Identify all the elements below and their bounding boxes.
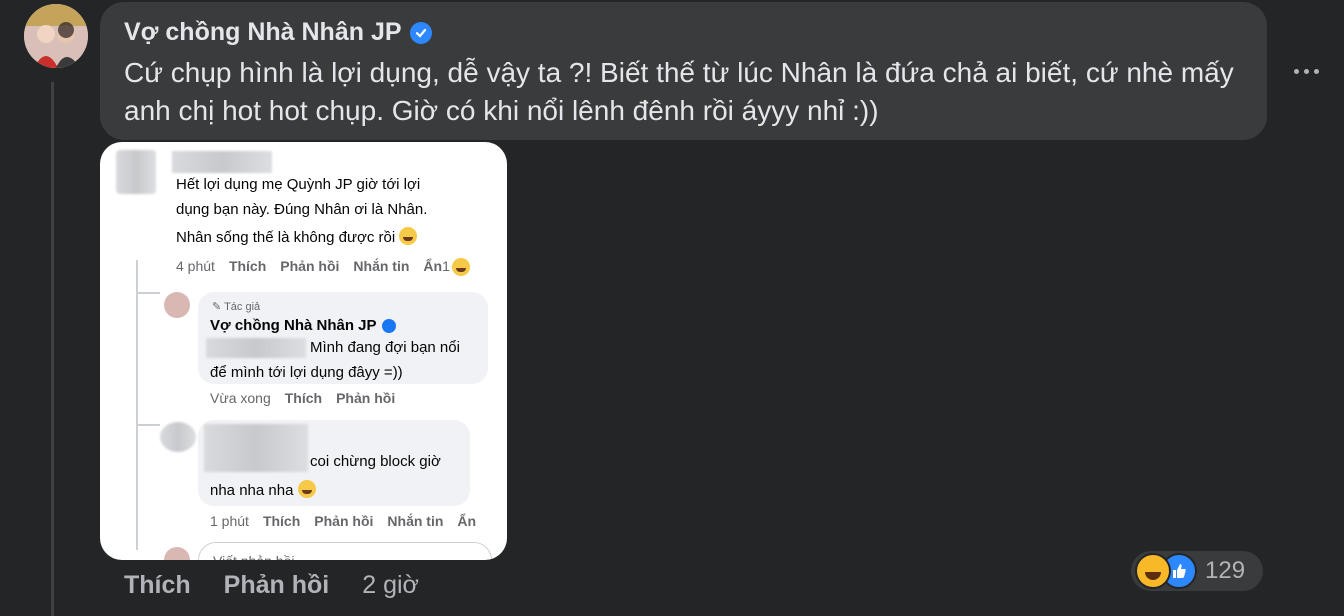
- avatar: [164, 547, 190, 560]
- timestamp[interactable]: 2 giờ: [362, 571, 419, 600]
- reply-text: coi chừng block giờ nha nha nha: [210, 453, 441, 499]
- like-button[interactable]: Thích: [124, 571, 191, 600]
- reaction-count: 129: [1205, 557, 1246, 584]
- attached-screenshot[interactable]: Hết lợi dụng mẹ Quỳnh JP giờ tới lợi dụn…: [100, 142, 507, 560]
- avatar[interactable]: [24, 4, 88, 68]
- verified-badge-icon: [381, 318, 396, 333]
- reply-button[interactable]: Phản hồi: [224, 571, 330, 600]
- screenshot-comment-actions: 4 phút Thích Phản hồi Nhắn tin Ẩn 1: [176, 258, 484, 276]
- haha-icon: [1135, 553, 1171, 589]
- reply-actions: 1 phút Thích Phản hồi Nhắn tin Ẩn: [210, 513, 477, 529]
- comment-author[interactable]: Vợ chồng Nhà Nhân JP: [124, 18, 432, 47]
- dot-icon: [1303, 68, 1309, 74]
- pen-icon: ✎: [212, 301, 222, 313]
- screenshot-comment-text: Hết lợi dụng mẹ Quỳnh JP giờ tới lợi dụn…: [176, 176, 428, 246]
- thread-branch: [136, 424, 160, 426]
- comment-text: Cứ chụp hình là lợi dụng, dễ vậy ta ?! B…: [124, 57, 1234, 126]
- thread-branch: [136, 292, 160, 294]
- reactions-summary[interactable]: 129: [1131, 551, 1263, 591]
- dot-icon: [1313, 68, 1319, 74]
- comment-bubble: Vợ chồng Nhà Nhân JP Cứ chụp hình là lợi…: [100, 2, 1267, 140]
- verified-badge-icon: [409, 21, 432, 44]
- comment-actions: Thích Phản hồi 2 giờ: [124, 571, 419, 600]
- author-name[interactable]: Vợ chồng Nhà Nhân JP: [124, 18, 402, 47]
- blurred-avatar: [160, 422, 196, 452]
- blurred-avatar: [116, 150, 156, 194]
- reply-composer: Viết phản hồi...: [198, 542, 492, 560]
- laughing-emoji-icon: [399, 227, 418, 245]
- reply-actions: Vừa xong Thích Phản hồi: [210, 390, 396, 406]
- thread-line: [51, 82, 54, 616]
- reply-text: Mình đang đợi bạn nổi để mình tới lợi dụ…: [210, 339, 460, 381]
- dot-icon: [1293, 68, 1299, 74]
- laughing-emoji-icon: [451, 258, 470, 276]
- more-options-button[interactable]: [1286, 56, 1326, 86]
- thread-line: [136, 260, 138, 550]
- avatar-photo: [24, 4, 88, 68]
- author-avatar: [164, 292, 190, 318]
- reply-author: Vợ chồng Nhà Nhân JP: [210, 317, 396, 334]
- author-badge: ✎ Tác giả: [212, 301, 261, 313]
- laughing-emoji-icon: [297, 480, 316, 498]
